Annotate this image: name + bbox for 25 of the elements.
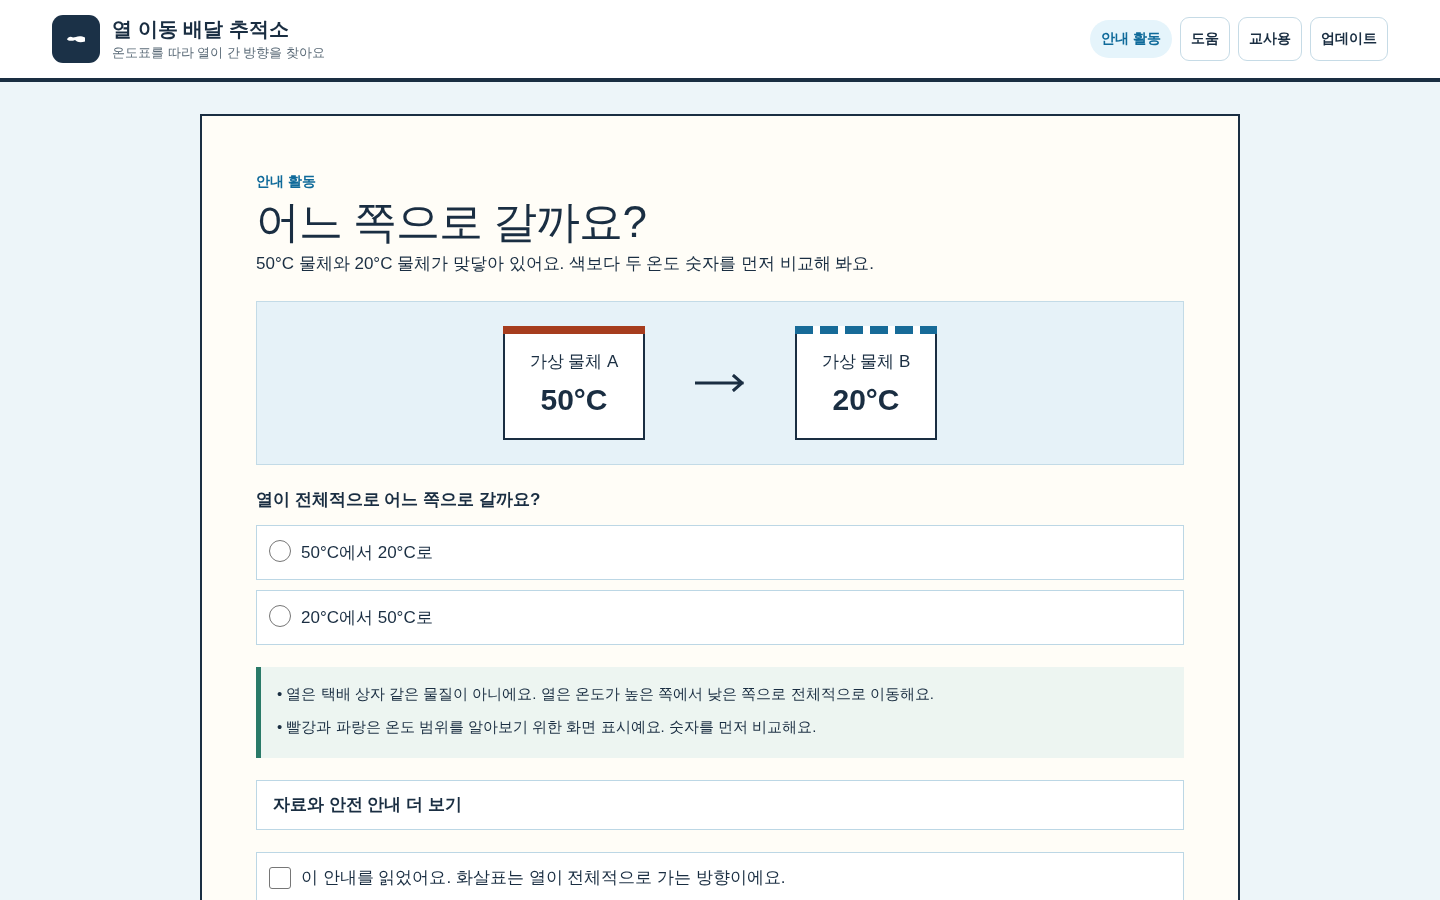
object-label: 가상 물체 B xyxy=(821,351,911,373)
object-temperature: 20°C xyxy=(832,382,900,418)
note-text: • 열은 택배 상자 같은 물질이 아니에요. 열은 온도가 높은 쪽에서 낮은 쪽으로 전체적으로 이동해요. xyxy=(277,684,934,704)
details-toggle[interactable]: 자료와 안전 안내 더 보기 xyxy=(256,780,1184,830)
confirm-label: 이 안내를 읽었어요. 화살표는 열이 전체적으로 가는 방향이에요. xyxy=(301,867,786,889)
nav-button[interactable]: 업데이트 xyxy=(1310,17,1388,61)
intro-text: 50°C 물체와 20°C 물체가 맞닿아 있어요. 색보다 두 온도 숫자를 먼저 비교해 봐요. xyxy=(256,253,875,275)
activity-heading: 어느 쪽으로 갈까요? xyxy=(256,196,646,248)
radio-button[interactable] xyxy=(269,605,291,627)
answer-option[interactable]: 50°C에서 20°C로 xyxy=(256,525,1184,580)
nav-button[interactable]: 교사용 xyxy=(1238,17,1302,61)
logo-icon xyxy=(52,15,100,63)
app-subtitle: 온도표를 따라 열이 간 방향을 찾아요 xyxy=(112,44,326,62)
nav-button[interactable]: 도움 xyxy=(1180,17,1230,61)
app-title: 열 이동 배달 추적소 xyxy=(112,17,290,42)
checkbox[interactable] xyxy=(269,867,291,889)
question-text: 열이 전체적으로 어느 쪽으로 갈까요? xyxy=(256,489,541,511)
object-label: 가상 물체 A xyxy=(529,351,619,373)
arrow-icon xyxy=(695,374,745,392)
radio-button[interactable] xyxy=(269,540,291,562)
nav-button[interactable]: 안내 활동 xyxy=(1090,20,1172,58)
note-text: • 빨강과 파랑은 온도 범위를 알아보기 위한 화면 표시예요. 숫자를 먼저 비교해요. xyxy=(277,717,817,737)
object-temperature: 50°C xyxy=(540,382,608,418)
section-label: 안내 활동 xyxy=(256,172,316,191)
answer-option[interactable]: 20°C에서 50°C로 xyxy=(256,590,1184,645)
